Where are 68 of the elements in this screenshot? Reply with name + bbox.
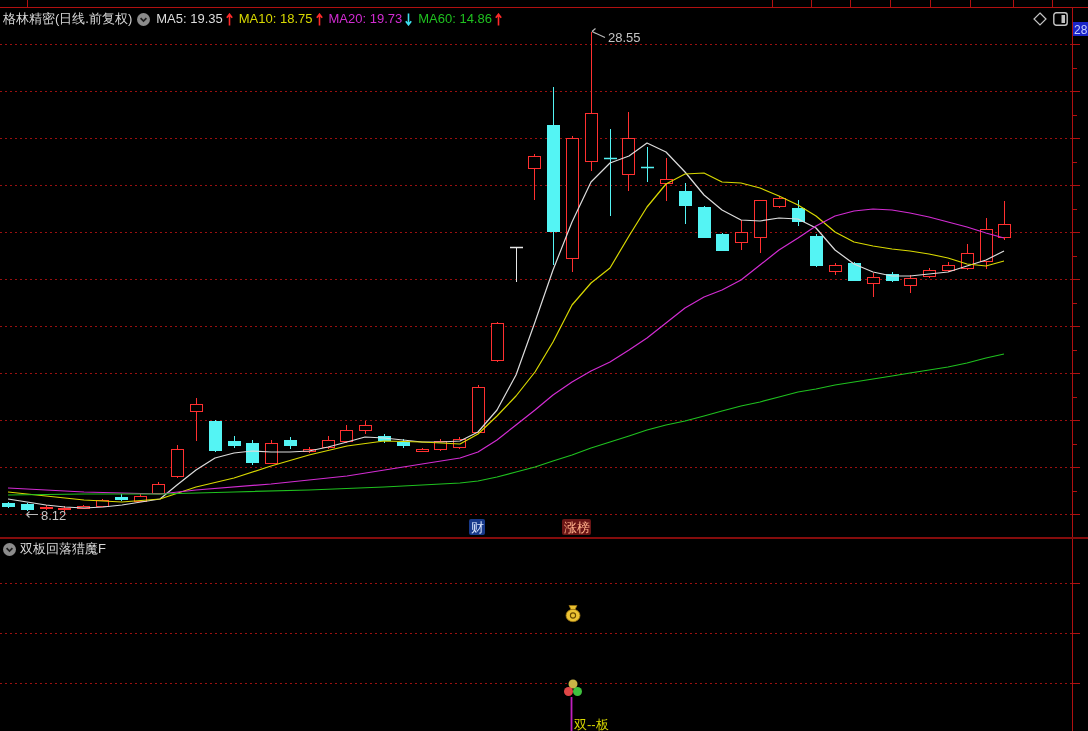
candlestick [716,232,729,252]
candlestick [792,199,805,227]
candlestick [303,446,316,454]
moving-average-value: MA20: 19.73 [328,11,403,27]
candlestick [416,447,429,453]
candlestick [961,243,974,271]
low-price-label: 8.12 [41,508,67,523]
leader-arrow [591,27,606,39]
candlestick [322,435,335,450]
candlestick [378,433,391,444]
candlestick [491,321,504,363]
price-tag: 28 [1073,22,1088,37]
ball-cluster-icon [564,679,582,696]
candlestick [284,436,297,450]
candlestick [40,504,53,511]
candlestick [228,435,241,449]
stock-title: 格林精密(日线.前复权) [3,11,133,27]
candlestick [96,498,109,508]
candlestick [453,436,466,450]
candlestick [886,271,899,283]
candlestick [640,146,655,183]
candlestick [848,261,861,282]
finance-event-marker: 财 [469,519,485,535]
candlestick [754,200,767,254]
candlestick [829,262,842,276]
candlestick [190,397,203,442]
candlestick [980,217,993,270]
candlestick [679,182,692,225]
candlestick [434,438,447,452]
signal-label: 双--板 [574,717,609,731]
candlestick [904,274,917,294]
candlestick [998,200,1011,241]
candlestick [134,493,147,503]
candlestick [77,504,90,510]
signal-line [570,696,573,731]
candlestick [265,439,278,465]
candlestick [359,420,372,435]
candlestick [942,261,955,273]
indicator-title: 双板回落猎魔F [20,541,106,557]
money-bag-icon [565,605,581,623]
candlestick [660,157,673,202]
candlestick [340,424,353,444]
candlestick [810,233,823,268]
candlestick [472,384,485,435]
candlestick [58,505,71,513]
candlestick [735,219,748,251]
candlestick [509,246,524,283]
limit-up-event-marker: 涨榜 [562,519,591,535]
candlestick [152,481,165,495]
candlestick [21,502,34,512]
moving-average-value: MA10: 18.75 [238,11,313,27]
candlestick [773,195,786,209]
diamond-icon[interactable] [1033,12,1047,26]
candlestick [867,272,880,298]
candlestick [2,501,15,509]
moving-average-value: MA60: 14.86 [418,11,492,27]
moving-average-value: MA5: 19.35 [156,11,223,27]
panel-toggle-icon[interactable] [1053,12,1068,26]
high-price-label: 28.55 [608,30,641,45]
candlestick [171,444,184,479]
candlestick [115,493,128,502]
dropdown-icon[interactable] [3,542,16,556]
candlestick [923,267,936,279]
candlestick [528,153,541,201]
candlestick [698,205,711,239]
candlestick [209,419,222,453]
leader-arrow [25,510,39,519]
dropdown-icon[interactable] [137,12,151,26]
